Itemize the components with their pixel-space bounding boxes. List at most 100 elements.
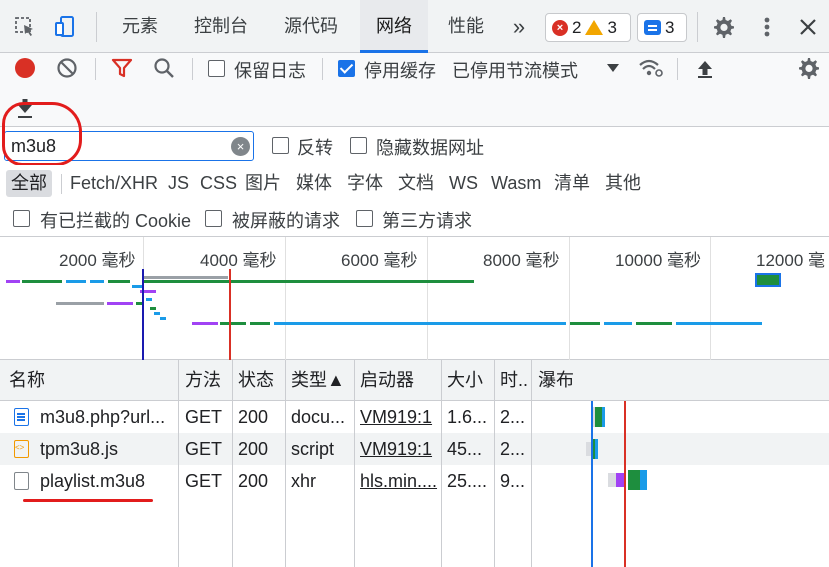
grid-line	[569, 237, 570, 360]
tab-sources[interactable]: 源代码	[272, 0, 350, 53]
column-header-size[interactable]: 大小	[447, 360, 483, 401]
overview-bar	[90, 280, 104, 283]
type-filter-ws[interactable]: WS	[444, 170, 483, 197]
throttling-select[interactable]: 已停用节流模式	[452, 57, 578, 83]
table-row[interactable]: tpm3u8.js GET 200 script VM919:1 45... 2…	[0, 433, 829, 465]
preserve-log-checkbox[interactable]	[208, 60, 225, 77]
request-name[interactable]: m3u8.php?url...	[40, 401, 174, 433]
overview-bar	[154, 312, 160, 315]
tab-elements[interactable]: 元素	[108, 0, 172, 53]
request-initiator-link[interactable]: hls.min....	[360, 465, 438, 497]
type-filter-js[interactable]: JS	[163, 170, 194, 197]
type-filter-all[interactable]: 全部	[6, 170, 52, 197]
overview-bar	[144, 280, 474, 283]
requests-table: 名称 方法 状态 类型▲ 启动器 大小 时.. 瀑布 m3u8.php?url.…	[0, 360, 829, 567]
blocked-cookies-label: 有已拦截的 Cookie	[40, 211, 192, 231]
request-name[interactable]: tpm3u8.js	[40, 433, 174, 465]
table-header: 名称 方法 状态 类型▲ 启动器 大小 时.. 瀑布	[0, 360, 829, 401]
waterfall-bar	[628, 470, 640, 490]
blocked-requests-checkbox[interactable]	[205, 210, 222, 227]
filter-row: × 反转 隐藏数据网址	[0, 127, 829, 165]
request-method: GET	[185, 439, 223, 459]
column-header-waterfall[interactable]: 瀑布	[538, 360, 574, 401]
filter-icon[interactable]	[107, 53, 137, 83]
more-tabs-button[interactable]: »	[504, 0, 534, 53]
clear-icon[interactable]	[52, 53, 82, 83]
inspect-element-icon[interactable]	[10, 12, 40, 42]
export-har-icon[interactable]	[10, 93, 40, 123]
filter-input[interactable]	[4, 131, 254, 161]
search-icon[interactable]	[149, 53, 179, 83]
grid-line	[710, 237, 711, 360]
issues-badge[interactable]: × 2 3	[545, 13, 631, 42]
messages-badge[interactable]: 3	[637, 13, 687, 42]
type-filter-manifest[interactable]: 清单	[549, 170, 595, 197]
preserve-log-label: 保留日志	[234, 61, 306, 81]
request-type: script	[291, 439, 335, 459]
block-filters-row: 有已拦截的 Cookie 被屏蔽的请求 第三方请求	[0, 201, 829, 237]
third-party-checkbox[interactable]	[356, 210, 373, 227]
tab-performance[interactable]: 性能	[438, 0, 494, 53]
overview-bar	[150, 307, 156, 310]
overview-bar	[220, 322, 246, 325]
close-icon[interactable]	[793, 12, 823, 42]
request-status: 200	[238, 471, 269, 491]
overview-bar	[108, 280, 130, 283]
type-filter-doc[interactable]: 文档	[393, 170, 439, 197]
network-overview[interactable]: 2000 毫秒 4000 毫秒 6000 毫秒 8000 毫秒 10000 毫秒…	[0, 237, 829, 360]
type-filter-font[interactable]: 字体	[342, 170, 388, 197]
annotation-underline	[23, 499, 153, 502]
network-conditions-icon[interactable]	[636, 53, 666, 83]
column-header-name[interactable]: 名称	[9, 360, 45, 401]
tab-network[interactable]: 网络	[360, 0, 428, 53]
type-filter-other[interactable]: 其他	[600, 170, 646, 197]
record-icon[interactable]	[10, 53, 40, 83]
request-name[interactable]: playlist.m3u8	[40, 465, 174, 497]
request-method: GET	[185, 407, 223, 427]
hide-data-urls-checkbox[interactable]	[350, 137, 367, 154]
invert-checkbox[interactable]	[272, 137, 289, 154]
column-header-method[interactable]: 方法	[185, 360, 221, 401]
overview-bar	[192, 322, 218, 325]
overview-tick-label: 8000 毫秒	[483, 251, 560, 270]
waterfall-bar	[640, 470, 647, 490]
import-har-icon[interactable]	[690, 53, 720, 83]
overview-tick-label: 12000 毫	[756, 251, 825, 270]
divider	[677, 58, 678, 80]
column-header-time[interactable]: 时..	[500, 360, 528, 401]
gear-icon[interactable]	[708, 12, 738, 42]
overview-bar	[250, 322, 270, 325]
error-count: 2	[572, 17, 582, 37]
column-header-type[interactable]: 类型▲	[291, 360, 345, 401]
error-icon: ×	[552, 19, 568, 36]
column-header-status[interactable]: 状态	[238, 360, 274, 401]
request-initiator-link[interactable]: VM919:1	[360, 433, 438, 465]
document-icon	[14, 408, 29, 426]
column-header-initiator[interactable]: 启动器	[360, 360, 414, 401]
table-row[interactable]: playlist.m3u8 GET 200 xhr hls.min.... 25…	[0, 465, 829, 497]
request-initiator-link[interactable]: VM919:1	[360, 401, 438, 433]
type-filter-media[interactable]: 媒体	[291, 170, 337, 197]
resource-type-filters: 全部 Fetch/XHR JS CSS 图片 媒体 字体 文档 WS Wasm …	[0, 165, 829, 201]
table-row[interactable]: m3u8.php?url... GET 200 docu... VM919:1 …	[0, 401, 829, 433]
type-filter-wasm[interactable]: Wasm	[486, 170, 546, 197]
request-type: xhr	[291, 471, 317, 491]
network-settings-gear-icon[interactable]	[793, 53, 823, 83]
type-filter-fetch-xhr[interactable]: Fetch/XHR	[65, 170, 163, 197]
type-filter-img[interactable]: 图片	[240, 170, 286, 197]
clear-filter-icon[interactable]: ×	[231, 137, 250, 156]
chevron-down-icon[interactable]	[598, 53, 628, 83]
waterfall-bar	[608, 473, 616, 487]
disable-cache-checkbox[interactable]	[338, 60, 355, 77]
overview-tick-label: 2000 毫秒	[59, 251, 136, 270]
blocked-cookies-checkbox[interactable]	[13, 210, 30, 227]
device-toolbar-icon[interactable]	[50, 12, 80, 42]
column-divider	[531, 360, 532, 567]
divider	[697, 12, 698, 42]
more-options-icon[interactable]	[752, 12, 782, 42]
tab-console[interactable]: 控制台	[182, 0, 260, 53]
type-filter-css[interactable]: CSS	[195, 170, 242, 197]
waterfall-bar	[595, 407, 602, 427]
dom-content-loaded-marker	[142, 269, 144, 360]
overview-tick-label: 6000 毫秒	[341, 251, 418, 270]
